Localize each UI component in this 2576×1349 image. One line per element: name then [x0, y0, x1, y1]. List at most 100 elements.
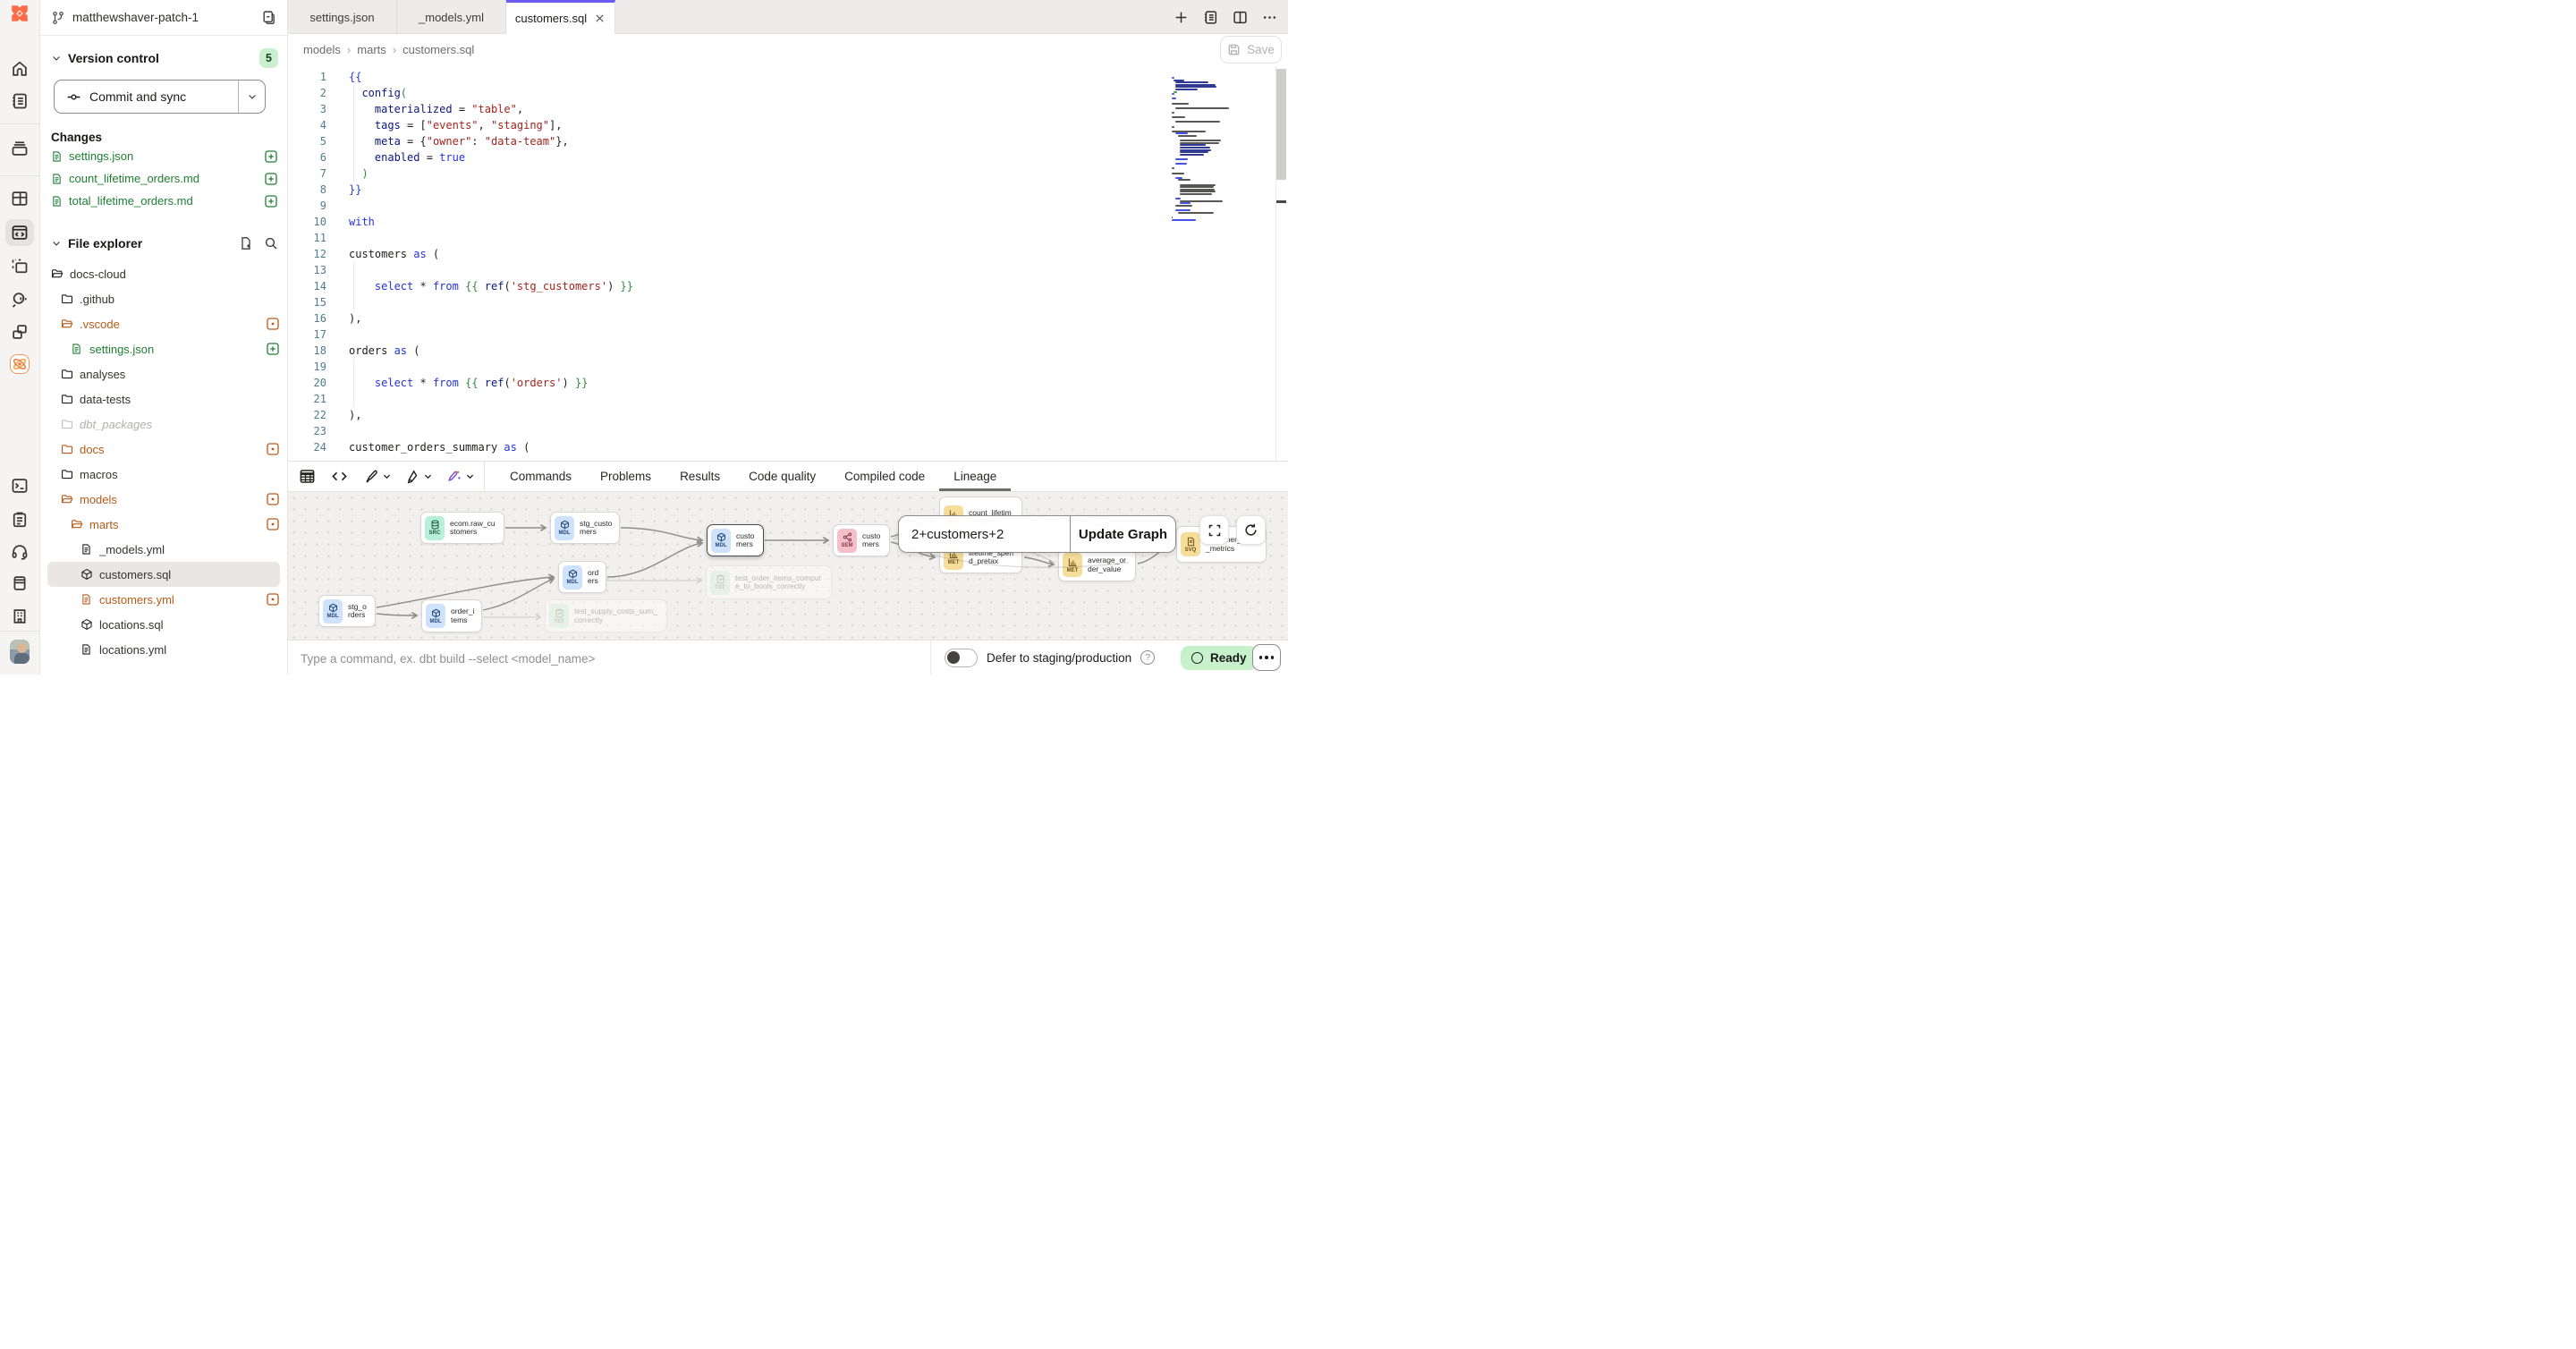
lineage-node-order-items[interactable]: MDLorder_items: [421, 599, 482, 632]
tree-item-macros[interactable]: macros: [47, 462, 280, 487]
breadcrumb-item[interactable]: models: [303, 43, 341, 56]
tab-label: customers.sql: [515, 12, 587, 25]
new-file-icon[interactable]: [239, 236, 253, 250]
tree-item-locations-yml[interactable]: locations.yml: [47, 637, 280, 662]
notebook-icon[interactable]: [10, 91, 30, 111]
home-icon[interactable]: [10, 59, 30, 79]
fullscreen-icon[interactable]: [1199, 515, 1229, 545]
editor-scrollbar[interactable]: [1276, 69, 1286, 180]
archive-icon[interactable]: [10, 139, 30, 158]
tree-item--vscode[interactable]: .vscode: [47, 311, 280, 336]
tree-item--github[interactable]: .github: [47, 286, 280, 311]
results-table-icon[interactable]: [299, 462, 316, 491]
lineage-node-ecom-raw-customers[interactable]: SRCecom.raw_customers: [420, 512, 504, 544]
help-icon[interactable]: ?: [1140, 650, 1155, 665]
panel-tab-code-quality[interactable]: Code quality: [734, 462, 830, 491]
tab-settings-json[interactable]: settings.json: [288, 0, 397, 34]
file-outline-icon[interactable]: [1203, 10, 1218, 25]
status-badge[interactable]: Ready: [1181, 646, 1258, 670]
headset-icon[interactable]: [10, 542, 30, 562]
tree-item-analyses[interactable]: analyses: [47, 361, 280, 386]
panel-tab-lineage[interactable]: Lineage: [939, 462, 1011, 491]
refresh-icon[interactable]: [1236, 515, 1266, 545]
format-pen-icon[interactable]: [363, 462, 392, 491]
compare-windows-icon[interactable]: [10, 322, 30, 342]
panel-tab-compiled-code[interactable]: Compiled code: [830, 462, 939, 491]
plus-box-icon[interactable]: [264, 172, 278, 186]
lineage-node-stg-customers[interactable]: MDLstg_customers: [550, 512, 620, 544]
change-item[interactable]: total_lifetime_orders.md: [51, 190, 278, 212]
magic-wand-icon[interactable]: [446, 462, 475, 491]
tree-item-docs[interactable]: docs: [47, 437, 280, 462]
new-tab-icon[interactable]: [1174, 10, 1189, 25]
command-input[interactable]: [299, 641, 919, 674]
lineage-node-customers[interactable]: MDLcustomers: [707, 524, 764, 556]
minimap[interactable]: [1172, 77, 1240, 209]
close-icon[interactable]: [594, 13, 606, 24]
version-control-header[interactable]: Version control 5: [51, 47, 278, 70]
dashboard-icon[interactable]: [10, 189, 30, 208]
save-button[interactable]: Save: [1220, 36, 1282, 64]
checklist-icon[interactable]: [10, 510, 30, 530]
dbt-copilot-icon[interactable]: [10, 354, 30, 374]
dot-box-icon[interactable]: [266, 442, 280, 456]
tab-overflow-icon[interactable]: [1262, 10, 1277, 25]
tree-item-docs-cloud[interactable]: docs-cloud: [47, 261, 280, 286]
change-item[interactable]: settings.json: [51, 145, 278, 167]
building-icon[interactable]: [10, 607, 30, 626]
defer-toggle[interactable]: [945, 649, 978, 667]
plus-box-icon[interactable]: [266, 342, 280, 356]
commit-and-sync-button[interactable]: Commit and sync: [54, 80, 266, 114]
tree-item-dbt-packages[interactable]: dbt_packages: [47, 411, 280, 437]
plus-box-icon[interactable]: [264, 194, 278, 208]
lineage-canvas[interactable]: SRCecom.raw_customers MDLstg_customers MDL…: [288, 492, 1288, 640]
more-options-button[interactable]: [1252, 644, 1281, 671]
lineage-node-stg-orders[interactable]: MDLstg_orders: [318, 595, 376, 627]
terminal-icon[interactable]: [10, 476, 30, 496]
user-avatar[interactable]: [10, 641, 30, 661]
copy-icon[interactable]: [261, 10, 276, 25]
lineage-node-orders[interactable]: MDLorders: [558, 561, 606, 593]
branch-row[interactable]: matthewshaver-patch-1: [40, 0, 287, 36]
tree-item-settings-json[interactable]: settings.json: [47, 336, 280, 361]
code-icon[interactable]: [331, 462, 348, 491]
update-graph-button[interactable]: Update Graph: [1070, 516, 1175, 552]
panel-tab-results[interactable]: Results: [665, 462, 734, 491]
lineage-node-test-order-items-compute-to-bools-correctly[interactable]: TSTtest_order_items_compute_to_bools_cor…: [706, 565, 832, 599]
search-icon[interactable]: [264, 236, 278, 250]
tree-item-marts[interactable]: marts: [47, 512, 280, 537]
tree-item-customers-sql[interactable]: customers.sql: [47, 562, 280, 587]
tree-item-locations-sql[interactable]: locations.sql: [47, 612, 280, 637]
tab-customers-sql[interactable]: customers.sql: [506, 0, 615, 34]
panel-tab-problems[interactable]: Problems: [586, 462, 665, 491]
breadcrumb-item[interactable]: marts: [357, 43, 386, 56]
dbt-logo-icon[interactable]: [10, 4, 30, 23]
dot-box-icon[interactable]: [266, 317, 280, 331]
tree-item-customers-yml[interactable]: customers.yml: [47, 587, 280, 612]
commit-options-dropdown[interactable]: [238, 81, 265, 113]
tab--models-yml[interactable]: _models.yml: [397, 0, 506, 34]
code-editor-rail-button[interactable]: [5, 219, 34, 246]
database-icon[interactable]: [10, 573, 30, 593]
file-explorer-header[interactable]: File explorer: [51, 231, 278, 256]
lineage-node-test-supply-costs-sum-correctly[interactable]: TSTtest_supply_costs_sum_correctly: [545, 599, 667, 632]
dot-box-icon[interactable]: [266, 592, 280, 607]
code-editor[interactable]: 1{{2 config(3 materialized = "table",4 t…: [288, 66, 1288, 461]
panel-tab-commands[interactable]: Commands: [496, 462, 586, 491]
split-editor-icon[interactable]: [1233, 10, 1248, 25]
lineage-node-average-order-value[interactable]: METaverage_order_value: [1058, 548, 1136, 581]
tree-item-data-tests[interactable]: data-tests: [47, 386, 280, 411]
explore-search-icon[interactable]: [10, 290, 30, 310]
canvas-frame-icon[interactable]: [10, 257, 30, 276]
dot-box-icon[interactable]: [266, 517, 280, 531]
indent-guide: [353, 85, 354, 101]
breadcrumb-item[interactable]: customers.sql: [402, 43, 474, 56]
change-item[interactable]: count_lifetime_orders.md: [51, 167, 278, 190]
lineage-node-customers[interactable]: SEMcustomers: [833, 524, 890, 556]
tree-item-models[interactable]: models: [47, 487, 280, 512]
dot-box-icon[interactable]: [266, 492, 280, 506]
lint-pen-icon[interactable]: [404, 462, 433, 491]
tree-item--models-yml[interactable]: _models.yml: [47, 537, 280, 562]
plus-box-icon[interactable]: [264, 149, 278, 164]
lineage-selector-input[interactable]: 2+customers+2: [899, 516, 1070, 552]
